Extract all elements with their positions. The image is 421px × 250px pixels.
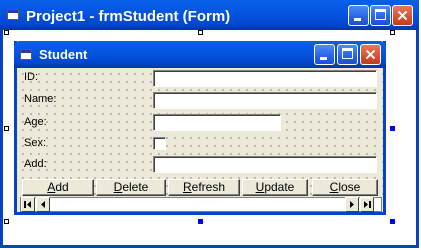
data-control[interactable] (20, 197, 382, 212)
form-title: Student (39, 47, 88, 62)
resize-handle-bottom[interactable] (198, 219, 203, 224)
minimize-icon[interactable] (348, 5, 369, 26)
update-button[interactable]: Update (242, 179, 308, 196)
form-title-bar[interactable]: Student (14, 41, 386, 68)
resize-handle-bottom-right[interactable] (390, 219, 395, 224)
first-record-icon[interactable] (21, 197, 35, 212)
form-design-grid (17, 68, 383, 196)
resize-handle-top (198, 30, 203, 35)
next-record-icon[interactable] (345, 197, 359, 212)
last-record-icon[interactable] (360, 197, 374, 212)
designer-title: Project1 - frmStudent (Form) (26, 8, 231, 25)
vb-form-icon (20, 49, 32, 60)
resize-handle-left (4, 126, 9, 131)
refresh-button[interactable]: Refresh (168, 179, 240, 196)
close-icon[interactable] (360, 44, 381, 65)
age-label: Age: (24, 116, 47, 128)
address-field[interactable] (153, 156, 377, 173)
maximize-icon[interactable] (370, 5, 391, 26)
delete-button[interactable]: Delete (96, 179, 166, 196)
add-button[interactable]: Add (22, 179, 94, 196)
close-button[interactable]: Close (312, 179, 378, 196)
id-field[interactable] (153, 70, 377, 87)
address-label: Add: (24, 158, 47, 170)
close-icon[interactable] (392, 5, 413, 26)
resize-handle-bottom-left (4, 219, 9, 224)
name-field[interactable] (153, 92, 377, 109)
sex-label: Sex: (24, 137, 47, 149)
resize-handle-right[interactable] (390, 126, 395, 131)
vb-form-icon (7, 9, 19, 20)
sex-checkbox[interactable] (153, 137, 166, 150)
name-label: Name: (24, 93, 57, 105)
maximize-icon[interactable] (337, 44, 358, 65)
id-label: ID: (24, 71, 39, 83)
designer-title-bar[interactable]: Project1 - frmStudent (Form) (0, 0, 419, 30)
resize-handle-top-right (390, 30, 395, 35)
age-field[interactable] (153, 114, 281, 131)
minimize-icon[interactable] (314, 44, 335, 65)
resize-handle-top-left (4, 30, 9, 35)
prev-record-icon[interactable] (36, 197, 50, 212)
